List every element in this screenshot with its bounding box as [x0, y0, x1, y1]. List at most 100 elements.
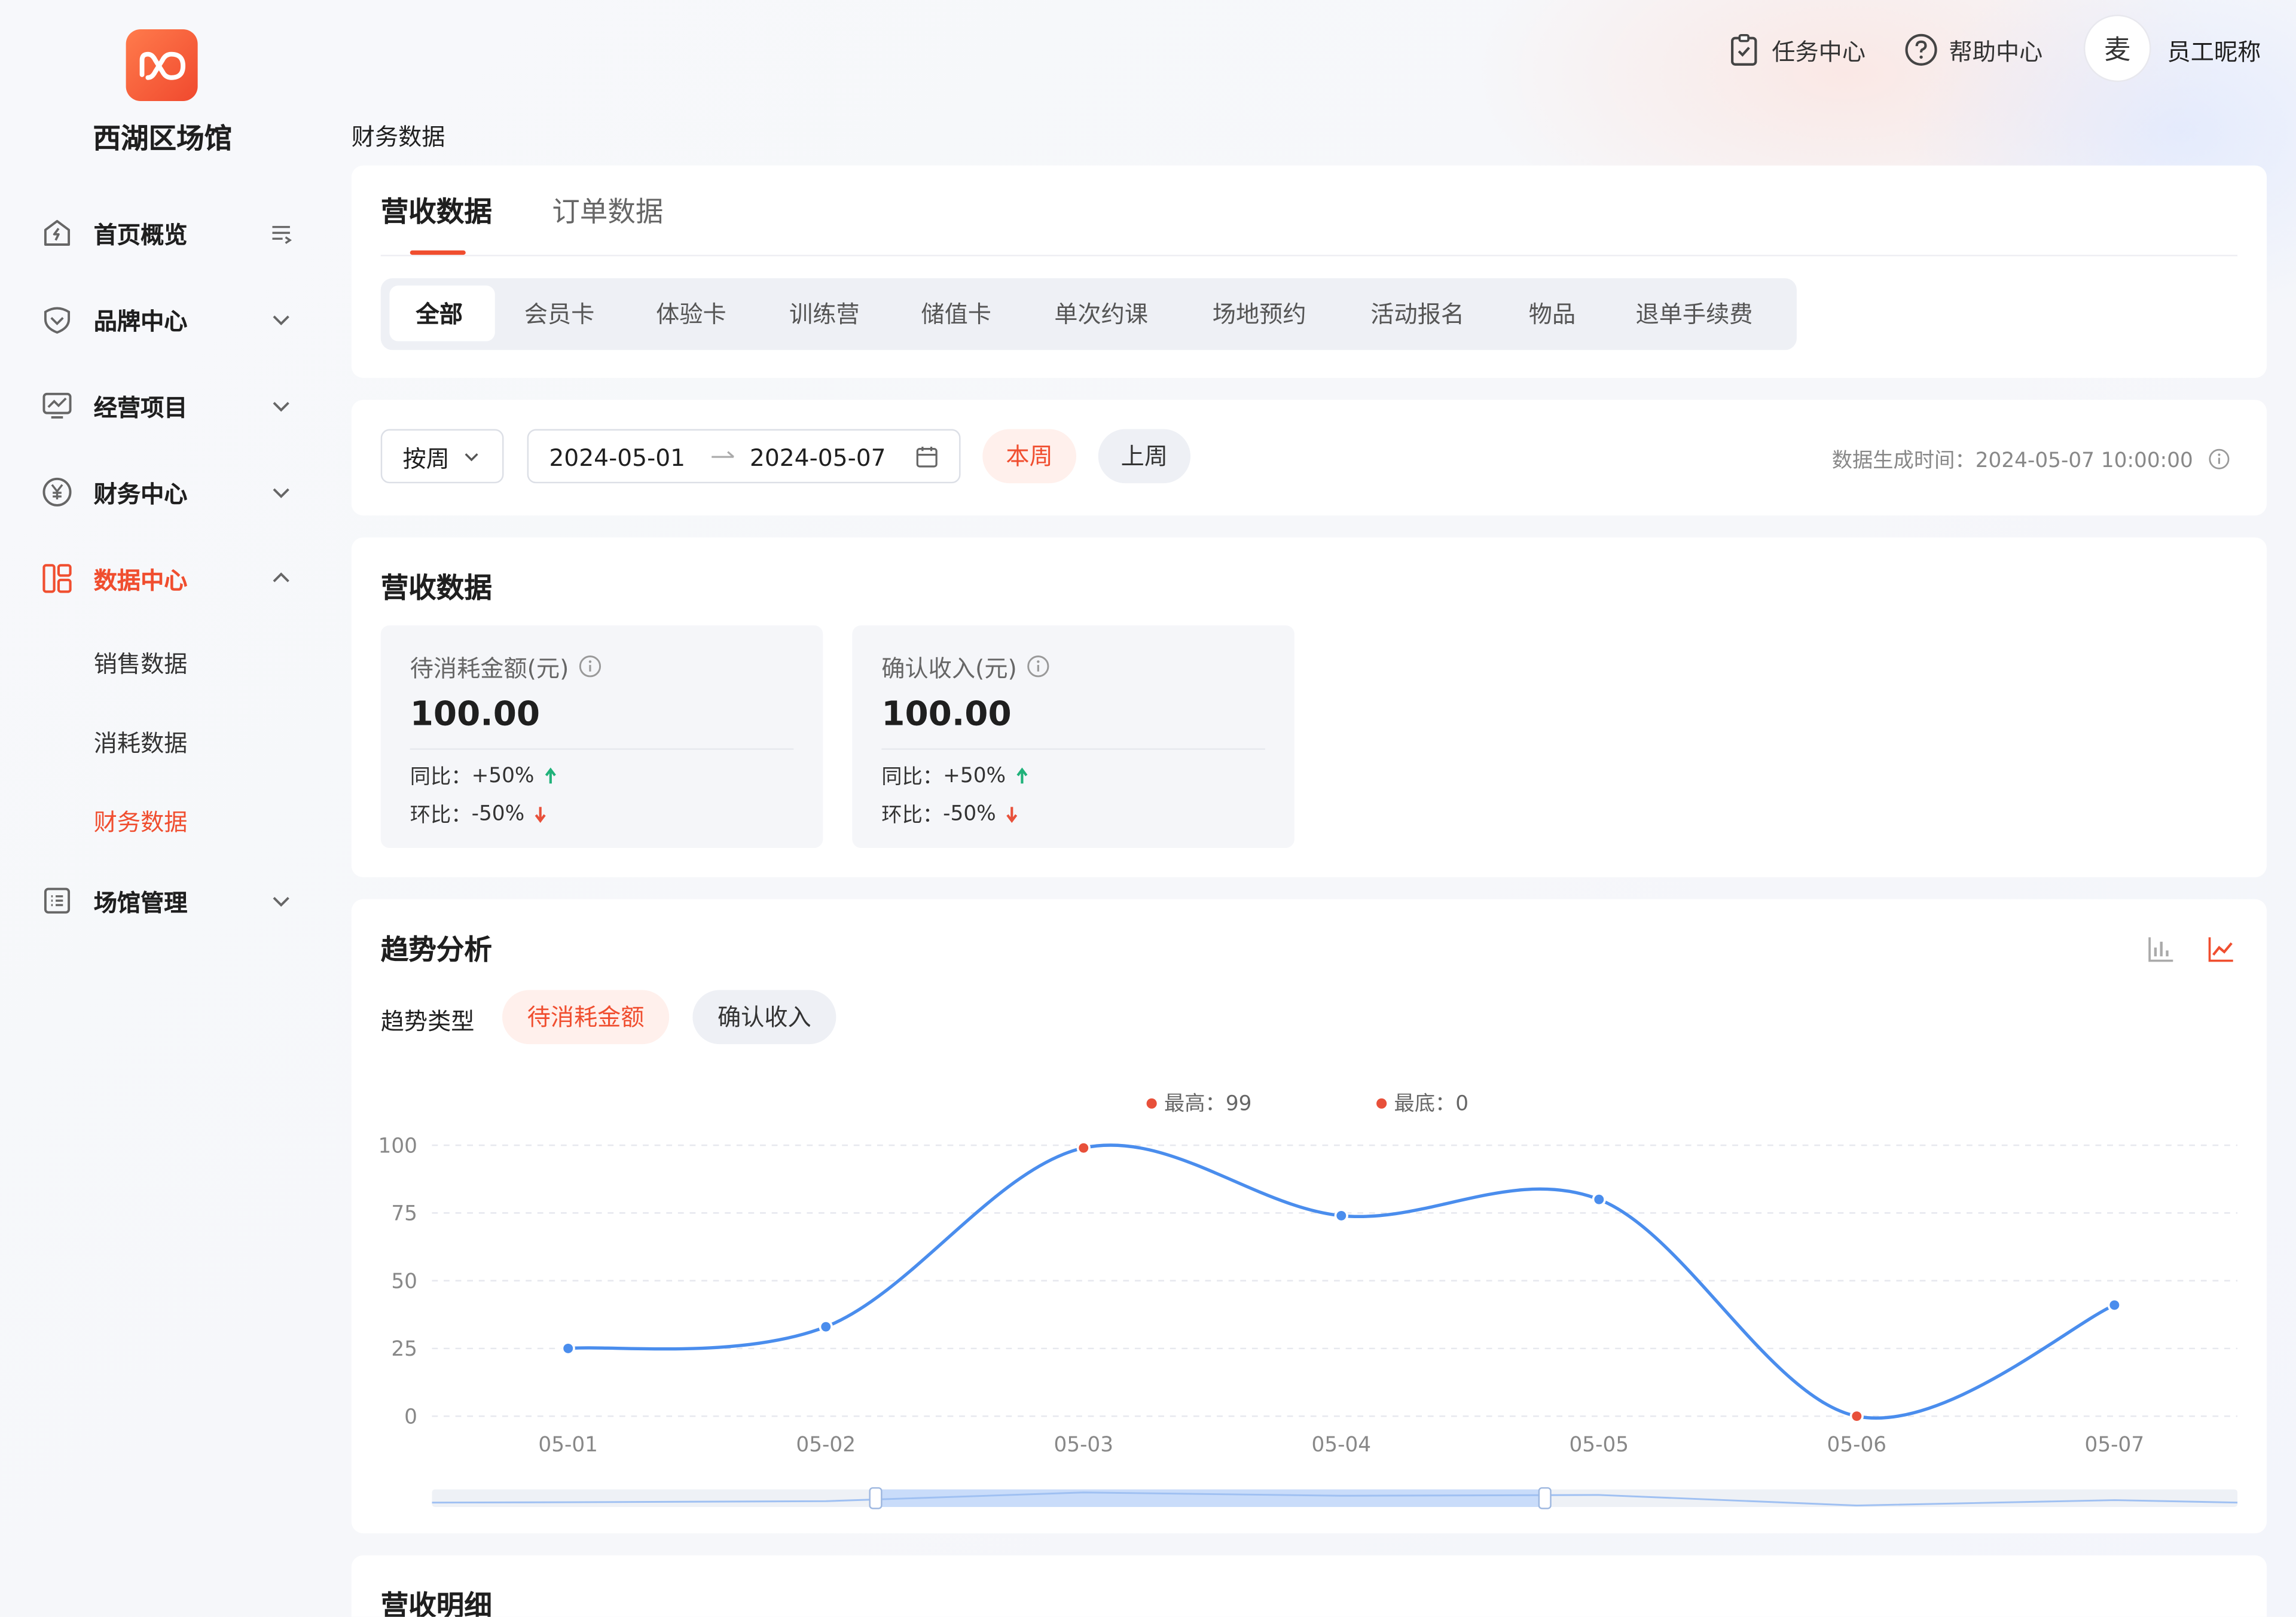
mom-value: -50%: [471, 803, 525, 826]
info-icon[interactable]: [2208, 448, 2230, 470]
avatar[interactable]: 麦: [2083, 14, 2151, 83]
stat-mom: 环比： -50%: [410, 800, 548, 829]
sidebar-item-business[interactable]: 经营项目: [41, 384, 299, 428]
this-week-button[interactable]: 本周: [982, 429, 1077, 484]
stat-title: 待消耗金额(元): [410, 649, 602, 684]
segment-member-card[interactable]: 会员卡: [524, 278, 595, 350]
trend-type-pending[interactable]: 待消耗金额: [502, 990, 670, 1045]
data-point: [1334, 1209, 1348, 1223]
bar-chart-icon[interactable]: [2147, 934, 2176, 963]
home-bolt-icon: [41, 216, 74, 249]
arrow-right-icon: [712, 451, 734, 458]
sidebar-item-brand[interactable]: 品牌中心: [41, 297, 299, 341]
calendar-icon: [916, 446, 938, 468]
stat-divider: [881, 748, 1265, 750]
data-point: [2107, 1298, 2121, 1313]
stat-title-text: 确认收入(元): [881, 654, 1017, 683]
period-select-value: 按周: [402, 444, 450, 472]
sidebar-item-label: 品牌中心: [93, 307, 188, 335]
help-center-link[interactable]: 帮助中心: [1904, 32, 2043, 68]
zoom-handle[interactable]: [1538, 1487, 1552, 1509]
y-tick-label: 75: [391, 1202, 417, 1226]
chevron-down-icon: [273, 488, 289, 498]
y-tick-label: 0: [404, 1405, 417, 1429]
clipboard-check-icon: [1731, 33, 1757, 66]
task-center-link[interactable]: 任务中心: [1726, 32, 1866, 68]
data-point: [819, 1320, 833, 1334]
period-select[interactable]: 按周: [380, 429, 504, 484]
brand-logo[interactable]: [126, 29, 198, 101]
segment-trial-card[interactable]: 体验卡: [656, 278, 726, 350]
segment-goods[interactable]: 物品: [1529, 278, 1576, 350]
x-tick-label: 05-04: [1311, 1433, 1371, 1457]
chevron-up-icon: [273, 572, 289, 582]
x-tick-label: 05-05: [1570, 1433, 1629, 1457]
date-range-picker[interactable]: 2024-05-01 2024-05-07: [527, 429, 961, 484]
monitor-chart-icon: [41, 389, 74, 422]
sidebar-item-label: 场馆管理: [93, 889, 188, 917]
x-tick-label: 05-06: [1827, 1433, 1887, 1457]
x-tick-label: 05-01: [538, 1433, 598, 1457]
last-week-button[interactable]: 上周: [1098, 429, 1191, 484]
extreme-point: [1849, 1409, 1864, 1423]
y-tick-label: 25: [391, 1337, 417, 1361]
sidebar-item-finance[interactable]: 财务中心: [41, 470, 299, 514]
sidebar-item-label: 首页概览: [93, 221, 188, 249]
stat-card-pending: 待消耗金额(元) 100.00 同比： +50% 环比： -50%: [380, 625, 823, 848]
detail-card: [351, 1555, 2267, 1617]
sidebar-sub-sales[interactable]: 销售数据: [94, 645, 188, 680]
sidebar-item-label: 经营项目: [93, 393, 188, 422]
help-center-label: 帮助中心: [1949, 38, 2043, 66]
yoy-label: 同比：: [410, 765, 472, 790]
segment-venue-booking[interactable]: 场地预约: [1213, 278, 1306, 350]
line-chart-icon[interactable]: [2207, 934, 2236, 963]
tab-orders[interactable]: 订单数据: [552, 190, 663, 230]
yoy-value: +50%: [943, 764, 1006, 788]
start-date[interactable]: 2024-05-01: [549, 444, 685, 472]
segment-stored-value-card[interactable]: 储值卡: [921, 278, 991, 350]
data-point: [1592, 1192, 1606, 1207]
stat-value: 100.00: [410, 695, 541, 734]
user-nickname[interactable]: 员工昵称: [2167, 32, 2261, 68]
sidebar-item-data-center[interactable]: 数据中心: [41, 557, 299, 600]
legend-dot: [1146, 1097, 1157, 1108]
tab-revenue[interactable]: 营收数据: [381, 190, 492, 230]
logo-icon: [139, 51, 185, 80]
chevron-down-icon: [465, 452, 478, 461]
revenue-section-title: 营收数据: [380, 572, 492, 605]
chevron-down-icon: [273, 896, 289, 907]
list-box-icon: [41, 884, 74, 917]
sidebar-sub-consumption[interactable]: 消耗数据: [94, 724, 188, 759]
mom-label: 环比：: [410, 804, 472, 828]
segment-training-camp[interactable]: 训练营: [789, 278, 860, 350]
sidebar-item-home[interactable]: 首页概览: [41, 211, 299, 255]
arrow-down-icon: [1006, 807, 1018, 823]
end-date[interactable]: 2024-05-07: [750, 444, 886, 472]
extreme-point: [1076, 1141, 1091, 1155]
stat-card-confirmed: 确认收入(元) 100.00 同比： +50% 环比： -50%: [852, 625, 1294, 848]
trend-section-title: 趋势分析: [380, 934, 492, 967]
trend-type-confirmed[interactable]: 确认收入: [692, 990, 836, 1045]
stat-value: 100.00: [881, 695, 1012, 734]
page-title: 财务数据: [351, 123, 445, 151]
zoom-handle[interactable]: [869, 1487, 883, 1509]
sidebar-item-label: 财务中心: [93, 480, 188, 508]
mom-value: -50%: [943, 803, 996, 826]
sidebar-item-venue-manage[interactable]: 场馆管理: [41, 878, 299, 922]
segment-all[interactable]: 全部: [416, 278, 463, 350]
segment-event-signup[interactable]: 活动报名: [1370, 278, 1464, 350]
dashboard-grid-icon: [41, 562, 74, 594]
trend-type-label: 趋势类型: [380, 1007, 475, 1036]
info-icon[interactable]: [578, 655, 601, 678]
generated-time-label: 数据生成时间：: [1831, 449, 1976, 474]
x-tick-label: 05-03: [1054, 1433, 1113, 1457]
series-line: [567, 1143, 2115, 1420]
sidebar: 西湖区场馆 首页概览 品牌中心 经营项目 财务中心 数据中心 销售数据 消耗数据…: [0, 0, 325, 1617]
info-icon[interactable]: [1026, 655, 1049, 678]
yen-coin-icon: [41, 476, 74, 508]
arrow-up-icon: [1016, 767, 1028, 784]
segment-refund-fee[interactable]: 退单手续费: [1636, 278, 1753, 350]
collapse-menu-icon[interactable]: [270, 221, 293, 245]
sidebar-sub-finance-data[interactable]: 财务数据: [94, 803, 188, 838]
segment-single-class[interactable]: 单次约课: [1054, 278, 1148, 350]
